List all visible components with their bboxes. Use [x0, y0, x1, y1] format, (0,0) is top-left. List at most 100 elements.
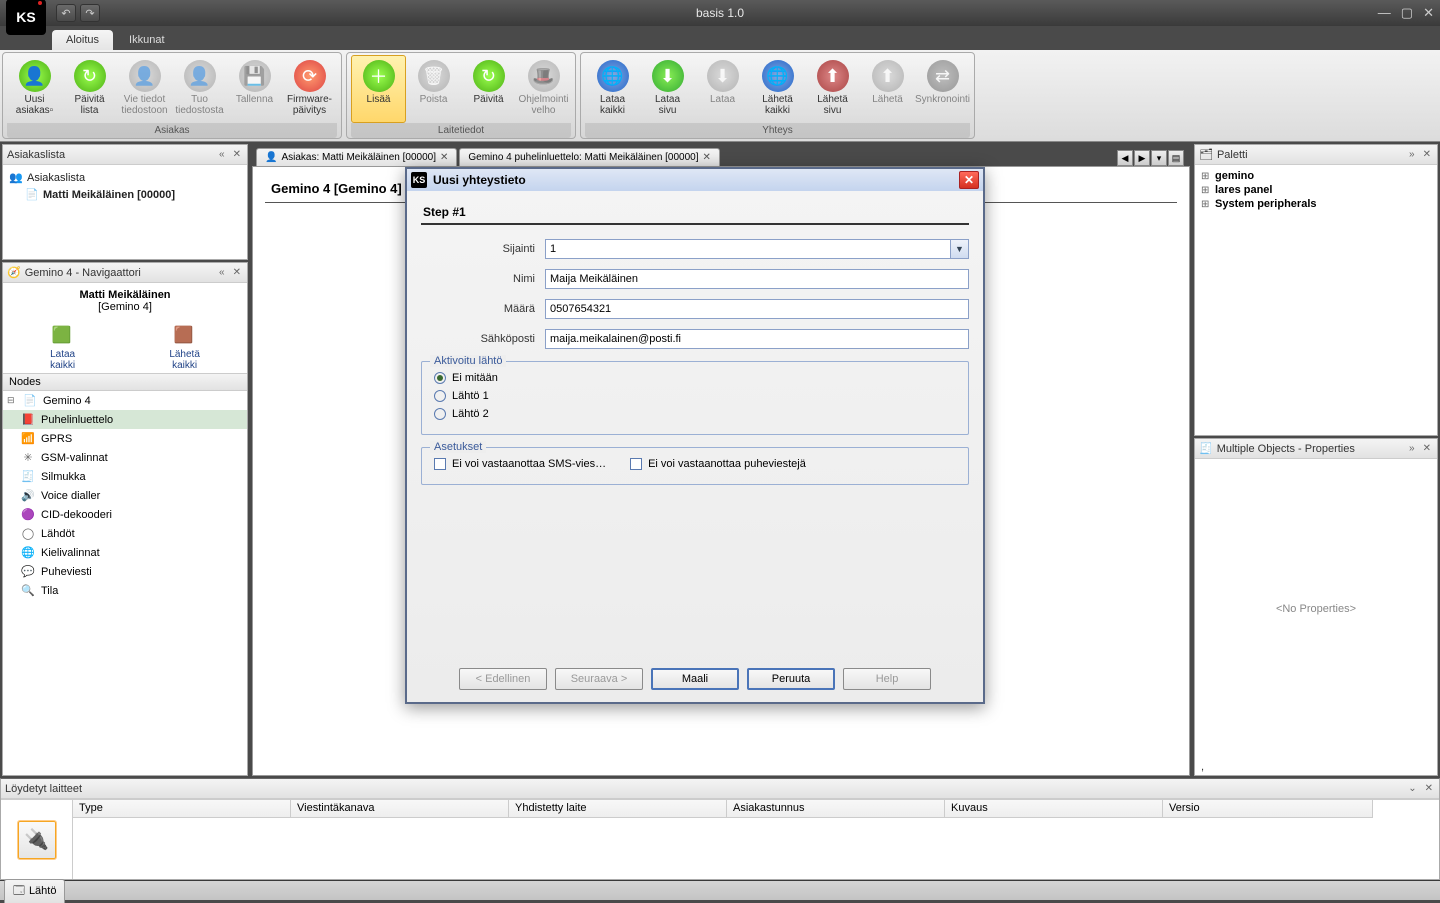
column-header[interactable]: Viestintäkanava — [291, 800, 509, 818]
tab-next-button[interactable]: ▶ — [1134, 150, 1150, 166]
tree-client[interactable]: 📄 Matti Meikäläinen [00000] — [5, 186, 245, 203]
close-icon[interactable]: ✕ — [231, 149, 243, 160]
column-header[interactable]: Yhdistetty laite — [509, 800, 727, 818]
ribbon-button[interactable]: ⬇Lataasivu — [640, 55, 695, 123]
app-logo[interactable]: KS — [6, 0, 46, 35]
radio-lahto-1[interactable]: Lähtö 1 — [434, 390, 956, 402]
node-list: ⊟📄Gemino 4📕Puhelinluettelo📶GPRS✳GSM-vali… — [3, 391, 247, 775]
ribbon-button[interactable]: 👤Tuotiedostosta — [172, 55, 227, 123]
node-item[interactable]: 📕Puhelinluettelo — [3, 410, 247, 429]
ribbon-button[interactable]: 💾Tallenna — [227, 55, 282, 123]
expand-icon[interactable]: ⊞ — [1201, 199, 1211, 210]
doc-tab-puhelinluettelo[interactable]: Gemino 4 puhelinluettelo: Matti Meikäläi… — [459, 148, 720, 166]
ribbon-button[interactable]: ↻Päivitälista — [62, 55, 117, 123]
node-item[interactable]: ⊟📄Gemino 4 — [3, 391, 247, 410]
palette-item[interactable]: ⊞ lares panel — [1199, 183, 1433, 197]
chevron-down-icon[interactable]: ▼ — [950, 240, 968, 258]
close-icon[interactable]: ✕ — [440, 152, 448, 163]
ribbon-button[interactable]: 👤Uusiasiakas▫ — [7, 55, 62, 123]
ribbon-button[interactable]: 👤Vie tiedottiedostoon — [117, 55, 172, 123]
bottom-tab-lahto[interactable]: 🗔 Lähtö — [4, 879, 65, 903]
button-maali[interactable]: Maali — [651, 668, 739, 690]
client-tree: 👥 Asiakaslista 📄 Matti Meikäläinen [0000… — [3, 165, 247, 207]
label-sijainti: Sijainti — [421, 243, 545, 255]
nav-download-all[interactable]: 🟩Lataa kaikki — [50, 325, 75, 371]
ribbon-button[interactable]: 🌐Lähetäkaikki — [750, 55, 805, 123]
node-item[interactable]: 🔍Tila — [3, 581, 247, 600]
button-seuraava[interactable]: Seuraava > — [555, 668, 643, 690]
undo-button[interactable]: ↶ — [56, 4, 76, 22]
tab-dropdown-button[interactable]: ▾ — [1151, 150, 1167, 166]
ribbon-button[interactable]: ↻Päivitä — [461, 55, 516, 123]
ribbon-button[interactable]: ⟳Firmware-päivitys — [282, 55, 337, 123]
redo-button[interactable]: ↷ — [80, 4, 100, 22]
tab-aloitus[interactable]: Aloitus — [52, 30, 113, 50]
column-header[interactable]: Asiakastunnus — [727, 800, 945, 818]
close-icon[interactable]: ✕ — [231, 267, 243, 278]
palette-item[interactable]: ⊞System peripherals — [1199, 197, 1433, 211]
close-icon[interactable]: ✕ — [703, 152, 711, 163]
ribbon-icon: 🎩 — [528, 60, 560, 92]
collapse-icon[interactable]: « — [217, 267, 227, 278]
collapse-down-icon[interactable]: ⌄ — [1406, 783, 1418, 794]
expand-icon[interactable]: ⊞ — [1201, 185, 1211, 196]
collapse-icon[interactable]: ⊟ — [7, 395, 17, 406]
expand-icon[interactable]: » — [1407, 149, 1417, 160]
tab-prev-button[interactable]: ◀ — [1117, 150, 1133, 166]
input-maara[interactable] — [545, 299, 969, 319]
ribbon-button[interactable]: ＋Lisää — [351, 55, 406, 123]
ribbon-group: 🌐Lataakaikki⬇Lataasivu⬇Lataa🌐Lähetäkaikk… — [580, 52, 975, 139]
ribbon-button[interactable]: 🎩Ohjelmointivelho — [516, 55, 571, 123]
radio-lahto-2[interactable]: Lähtö 2 — [434, 408, 956, 420]
tree-root[interactable]: 👥 Asiakaslista — [5, 169, 245, 186]
ribbon-label: Tallenna — [236, 94, 273, 105]
minimize-button[interactable]: ― — [1378, 5, 1391, 21]
button-help[interactable]: Help — [843, 668, 931, 690]
tab-menu-button[interactable]: ▤ — [1168, 150, 1184, 166]
ribbon-button[interactable]: 🌐Lataakaikki — [585, 55, 640, 123]
ribbon-icon: 👤 — [129, 60, 161, 92]
maximize-button[interactable]: ▢ — [1401, 5, 1413, 21]
close-icon[interactable]: ✕ — [1421, 149, 1433, 160]
input-sahkoposti[interactable] — [545, 329, 969, 349]
close-button[interactable]: ✕ — [1423, 5, 1434, 21]
doc-tab-asiakas[interactable]: 👤 Asiakas: Matti Meikäläinen [00000] ✕ — [256, 148, 457, 166]
palette-item-label: lares panel — [1215, 184, 1272, 196]
dialog-titlebar[interactable]: KS Uusi yhteystieto ✕ — [407, 169, 983, 191]
nav-upload-all[interactable]: 🟫Lähetä kaikki — [169, 325, 200, 371]
found-device-image[interactable]: 🔌 — [1, 800, 73, 879]
node-icon: ✳ — [21, 451, 35, 464]
node-item[interactable]: ✳GSM-valinnat — [3, 448, 247, 467]
dialog-close-button[interactable]: ✕ — [959, 171, 979, 189]
button-peruuta[interactable]: Peruuta — [747, 668, 835, 690]
ribbon-button[interactable]: ⬇Lataa — [695, 55, 750, 123]
combo-sijainti[interactable]: 1 ▼ — [545, 239, 969, 259]
close-icon[interactable]: ✕ — [1423, 783, 1435, 794]
expand-icon[interactable]: » — [1407, 443, 1417, 454]
ribbon-button[interactable]: ⇄Synkronointi — [915, 55, 970, 123]
close-icon[interactable]: ✕ — [1421, 443, 1433, 454]
node-item[interactable]: 🟣CID-dekooderi — [3, 505, 247, 524]
node-item[interactable]: 💬Puheviesti — [3, 562, 247, 581]
node-item[interactable]: 📶GPRS — [3, 429, 247, 448]
collapse-icon[interactable]: « — [217, 149, 227, 160]
person-icon: 👤 — [265, 152, 277, 163]
node-item[interactable]: ◯Lähdöt — [3, 524, 247, 543]
ribbon-button[interactable]: ⬆Lähetä — [860, 55, 915, 123]
expand-icon[interactable]: ⊞ — [1201, 171, 1211, 182]
node-item[interactable]: 🔊Voice dialler — [3, 486, 247, 505]
ribbon-button[interactable]: ⬆Lähetäsivu — [805, 55, 860, 123]
check-ei-sms[interactable]: Ei voi vastaanottaa SMS-vies… — [434, 458, 606, 470]
column-header[interactable]: Kuvaus — [945, 800, 1163, 818]
palette-item[interactable]: ⊞gemino — [1199, 169, 1433, 183]
check-ei-puhe[interactable]: Ei voi vastaanottaa puheviestejä — [630, 458, 806, 470]
column-header[interactable]: Type — [73, 800, 291, 818]
button-edellinen[interactable]: < Edellinen — [459, 668, 547, 690]
node-item[interactable]: 🧾Silmukka — [3, 467, 247, 486]
node-item[interactable]: 🌐Kielivalinnat — [3, 543, 247, 562]
column-header[interactable]: Versio — [1163, 800, 1373, 818]
ribbon-button[interactable]: 🗑Poista — [406, 55, 461, 123]
input-nimi[interactable] — [545, 269, 969, 289]
tab-ikkunat[interactable]: Ikkunat — [115, 30, 178, 50]
radio-ei-mitaan[interactable]: Ei mitään — [434, 372, 956, 384]
